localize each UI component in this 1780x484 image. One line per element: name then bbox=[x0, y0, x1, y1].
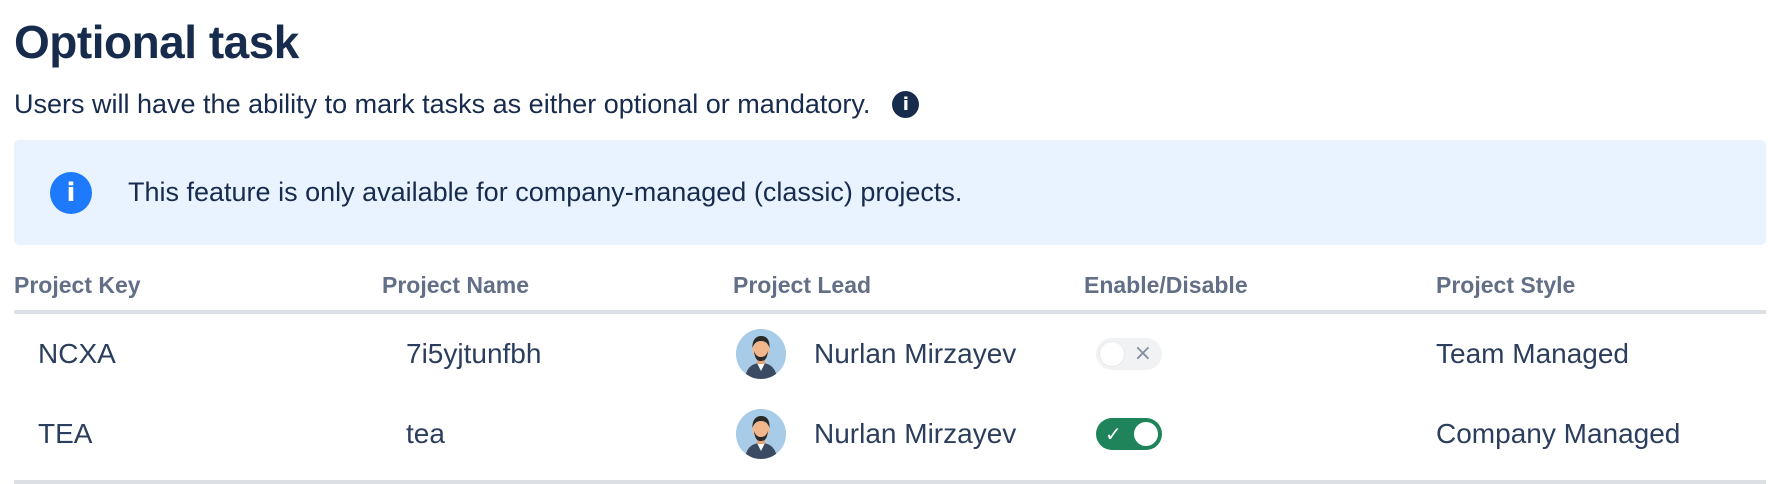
description-row: Users will have the ability to mark task… bbox=[14, 86, 920, 122]
project-style-cell: Team Managed bbox=[1436, 338, 1630, 369]
projects-table: Project Key Project Name Project Lead En… bbox=[14, 268, 1766, 484]
check-icon: ✓ bbox=[1105, 422, 1122, 446]
project-name-cell: tea bbox=[406, 418, 445, 449]
project-lead-cell: Nurlan Mirzayev bbox=[736, 394, 1016, 474]
column-header-enable-disable: Enable/Disable bbox=[1084, 272, 1248, 298]
table-header: Project Key Project Name Project Lead En… bbox=[14, 268, 1766, 314]
column-header-project-lead: Project Lead bbox=[733, 272, 872, 298]
table-row: NCXA 7i5yjtunfbh Nurlan Mirzayev × Team … bbox=[14, 314, 1766, 394]
info-banner: i This feature is only available for com… bbox=[14, 140, 1766, 245]
table-row: TEA tea Nurlan Mirzayev ✓ Company Manage… bbox=[14, 394, 1766, 474]
column-header-project-style: Project Style bbox=[1436, 272, 1576, 298]
info-icon[interactable]: i bbox=[892, 90, 920, 118]
toggle-knob bbox=[1134, 422, 1158, 446]
project-lead-name: Nurlan Mirzayev bbox=[814, 338, 1017, 369]
project-style-cell: Company Managed bbox=[1436, 418, 1681, 449]
column-header-project-name: Project Name bbox=[382, 272, 530, 298]
project-lead-cell: Nurlan Mirzayev bbox=[736, 314, 1016, 394]
table-body: NCXA 7i5yjtunfbh Nurlan Mirzayev × Team … bbox=[14, 314, 1766, 484]
banner-message: This feature is only available for compa… bbox=[128, 177, 963, 207]
close-icon: × bbox=[1133, 341, 1152, 366]
enable-toggle[interactable]: ✓ bbox=[1096, 418, 1162, 450]
project-key-cell: NCXA bbox=[38, 338, 116, 369]
column-header-project-key: Project Key bbox=[14, 272, 141, 298]
info-icon: i bbox=[50, 171, 92, 214]
avatar bbox=[736, 329, 786, 379]
page-title: Optional task bbox=[14, 16, 299, 68]
page-description: Users will have the ability to mark task… bbox=[14, 89, 871, 119]
project-key-cell: TEA bbox=[38, 418, 93, 449]
toggle-knob bbox=[1100, 342, 1124, 366]
project-lead-name: Nurlan Mirzayev bbox=[814, 418, 1017, 449]
enable-toggle-cell: ✓ bbox=[1096, 394, 1162, 474]
avatar bbox=[736, 409, 786, 459]
project-name-cell: 7i5yjtunfbh bbox=[406, 338, 542, 369]
enable-toggle-cell: × bbox=[1096, 314, 1162, 394]
enable-toggle[interactable]: × bbox=[1096, 338, 1162, 370]
